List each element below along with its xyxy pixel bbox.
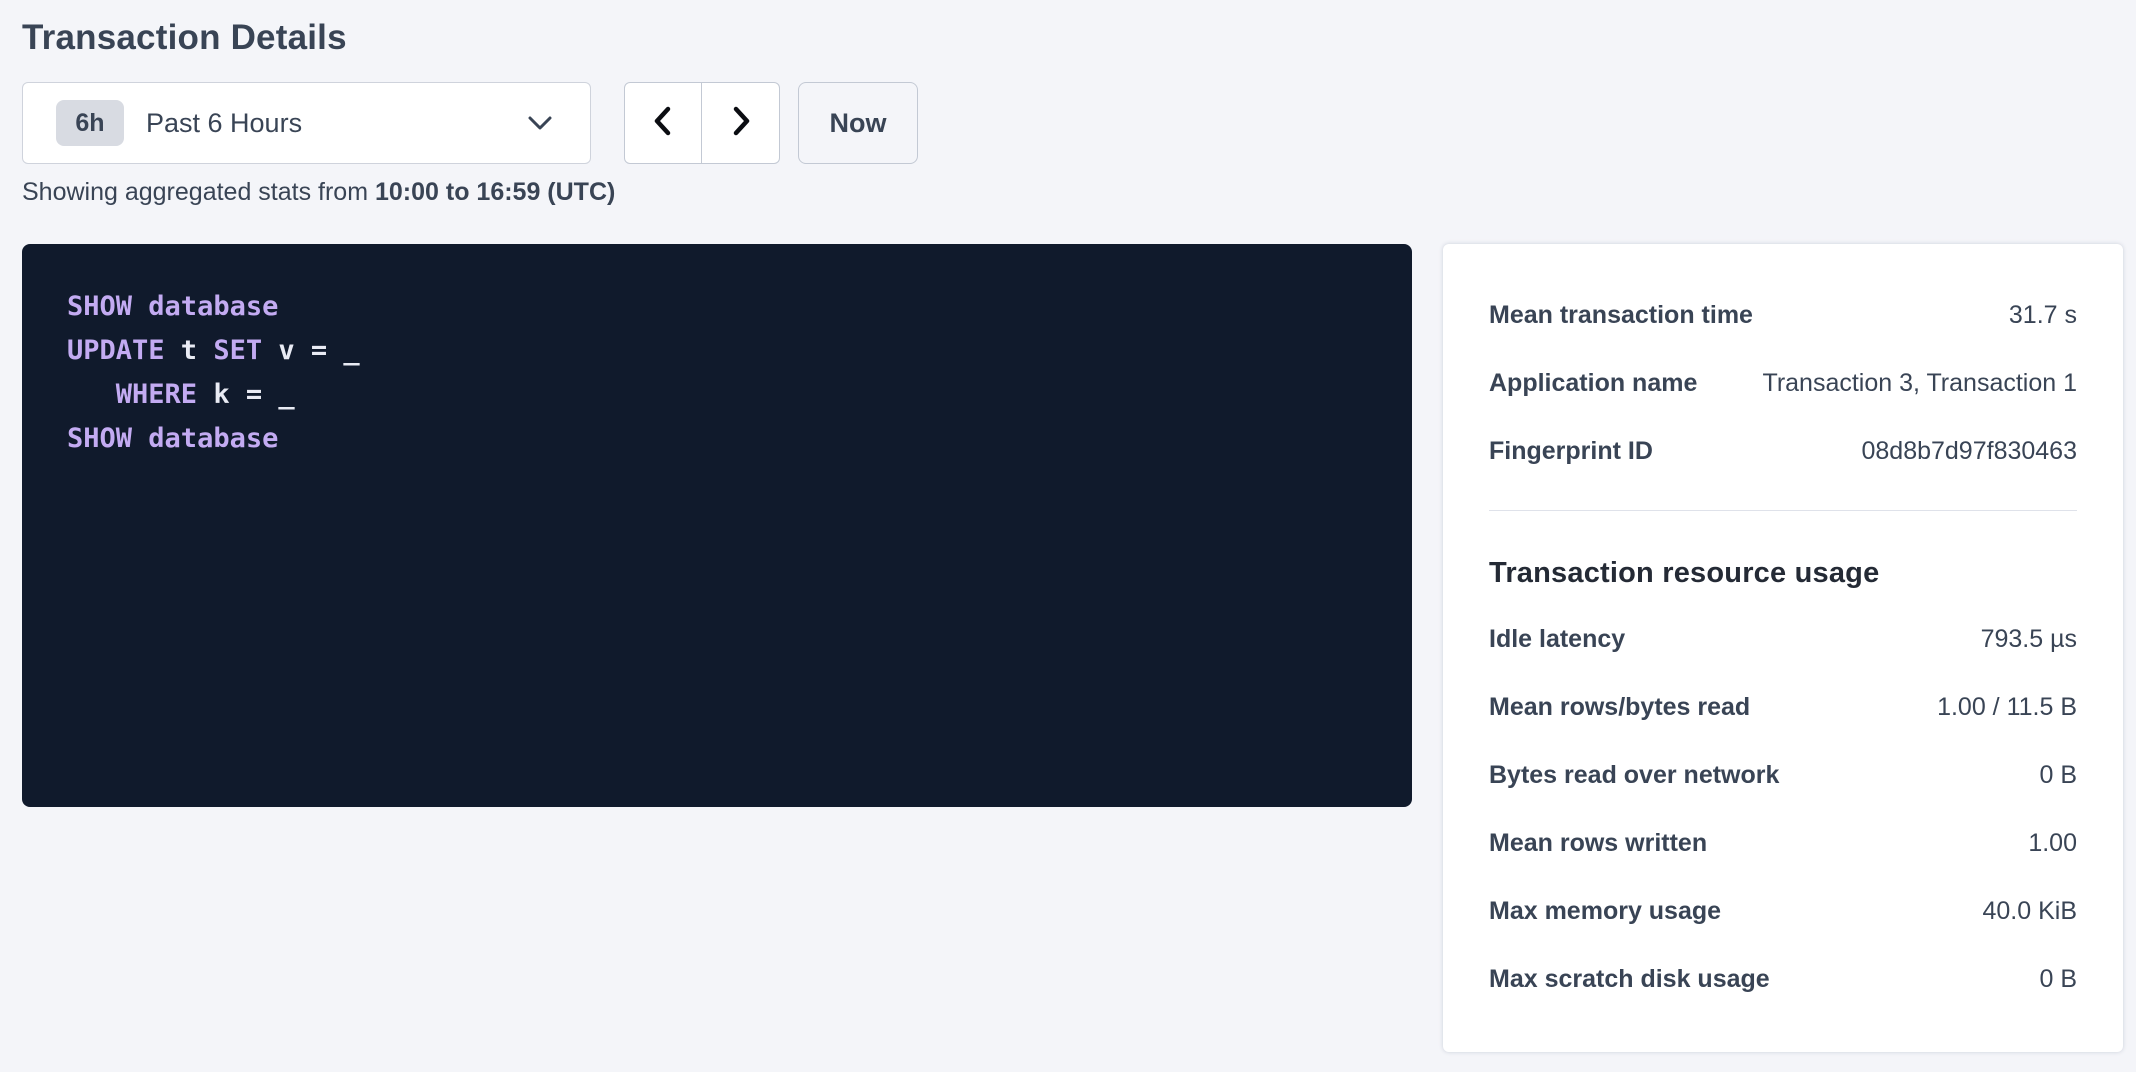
time-range-badge: 6h: [56, 100, 124, 146]
sql-text: v = _: [262, 335, 360, 366]
sql-text: [132, 423, 148, 454]
chevron-right-icon: [726, 104, 756, 143]
resource-row-bytes-read-over-network: Bytes read over network 0 B: [1489, 741, 2077, 809]
aggregated-stats-line: Showing aggregated stats from 10:00 to 1…: [22, 178, 2123, 207]
transaction-details-card: Mean transaction time 31.7 s Application…: [1443, 244, 2123, 1052]
row-label: Mean rows/bytes read: [1489, 693, 1750, 722]
prev-interval-button[interactable]: [624, 82, 702, 164]
time-pager: [624, 82, 780, 164]
sql-line: WHERE k = _: [67, 373, 1382, 417]
sql-statement-box: SHOW databaseUPDATE t SET v = _ WHERE k …: [22, 244, 1412, 807]
resource-usage-section-title: Transaction resource usage: [1489, 541, 2077, 605]
summary-row-fingerprint-id: Fingerprint ID 08d8b7d97f830463: [1489, 417, 2077, 485]
time-range-label: Past 6 Hours: [146, 108, 302, 139]
sql-line: SHOW database: [67, 285, 1382, 329]
row-value: 31.7 s: [2009, 301, 2077, 330]
sql-keyword: database: [148, 291, 278, 322]
sql-line: SHOW database: [67, 417, 1382, 461]
sql-keyword: SHOW: [67, 291, 132, 322]
sql-text: [132, 291, 148, 322]
sql-code: SHOW databaseUPDATE t SET v = _ WHERE k …: [67, 285, 1382, 461]
row-value: 08d8b7d97f830463: [1861, 437, 2077, 466]
sql-keyword: database: [148, 423, 278, 454]
resource-row-mean-rows-written: Mean rows written 1.00: [1489, 809, 2077, 877]
row-label: Mean transaction time: [1489, 301, 1753, 330]
transaction-details-page: Transaction Details 6h Past 6 Hours: [0, 0, 2136, 1052]
chevron-down-icon: [526, 114, 554, 132]
row-label: Fingerprint ID: [1489, 437, 1653, 466]
row-value: 793.5 µs: [1981, 625, 2077, 654]
row-label: Bytes read over network: [1489, 761, 1779, 790]
row-value: 0 B: [2039, 965, 2077, 994]
row-label: Application name: [1489, 369, 1697, 398]
row-value: 40.0 KiB: [1982, 897, 2077, 926]
row-label: Max scratch disk usage: [1489, 965, 1770, 994]
page-title: Transaction Details: [22, 18, 2123, 58]
next-interval-button[interactable]: [702, 82, 780, 164]
sql-line: UPDATE t SET v = _: [67, 329, 1382, 373]
sql-keyword: UPDATE: [67, 335, 165, 366]
sql-keyword: SHOW: [67, 423, 132, 454]
summary-row-mean-transaction-time: Mean transaction time 31.7 s: [1489, 281, 2077, 349]
resource-row-idle-latency: Idle latency 793.5 µs: [1489, 605, 2077, 673]
sql-keyword: SET: [213, 335, 262, 366]
resource-row-mean-rows-bytes-read: Mean rows/bytes read 1.00 / 11.5 B: [1489, 673, 2077, 741]
row-value: 1.00: [2028, 829, 2077, 858]
row-value: Transaction 3, Transaction 1: [1762, 369, 2077, 398]
summary-row-application-name: Application name Transaction 3, Transact…: [1489, 349, 2077, 417]
resource-row-max-scratch-disk-usage: Max scratch disk usage 0 B: [1489, 945, 2077, 1013]
sql-text: t: [165, 335, 214, 366]
resource-row-max-memory-usage: Max memory usage 40.0 KiB: [1489, 877, 2077, 945]
stats-line-prefix: Showing aggregated stats from: [22, 178, 375, 206]
now-button[interactable]: Now: [798, 82, 918, 164]
row-value: 0 B: [2039, 761, 2077, 790]
row-value: 1.00 / 11.5 B: [1937, 693, 2077, 722]
sql-keyword: WHERE: [116, 379, 197, 410]
row-label: Mean rows written: [1489, 829, 1707, 858]
row-label: Idle latency: [1489, 625, 1625, 654]
card-divider: [1489, 510, 2077, 511]
time-controls: 6h Past 6 Hours: [22, 82, 2123, 164]
sql-text: [67, 379, 116, 410]
main-content: SHOW databaseUPDATE t SET v = _ WHERE k …: [22, 244, 2123, 1052]
row-label: Max memory usage: [1489, 897, 1721, 926]
time-range-select[interactable]: 6h Past 6 Hours: [22, 82, 591, 164]
sql-text: k = _: [197, 379, 295, 410]
stats-line-range: 10:00 to 16:59 (UTC): [375, 178, 615, 206]
chevron-left-icon: [648, 104, 678, 143]
